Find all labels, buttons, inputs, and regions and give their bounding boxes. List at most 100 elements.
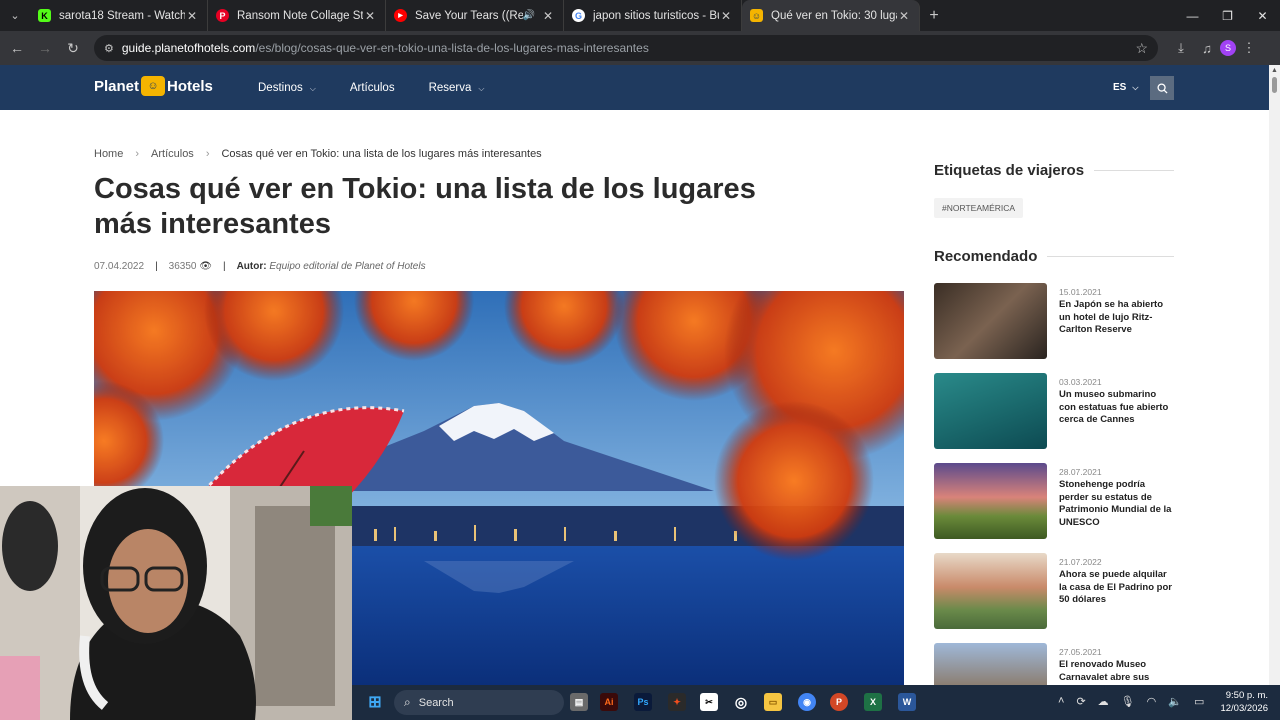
volume-icon[interactable]: 🔈 bbox=[1168, 695, 1182, 708]
youtube-icon: ▶ bbox=[394, 9, 407, 22]
new-tab-button[interactable]: + bbox=[920, 7, 948, 25]
tab-title: japon sitios turisticos - Buscar c bbox=[593, 9, 719, 22]
item-date: 28.07.2021 bbox=[1059, 467, 1102, 477]
photoshop-icon[interactable]: Ps bbox=[634, 693, 652, 711]
browser-tab-strip: ⌄ K sarota18 Stream - Watch Live o ✕ P R… bbox=[0, 0, 1280, 31]
browser-tab[interactable]: G japon sitios turisticos - Buscar c ✕ bbox=[564, 0, 742, 31]
folder-icon[interactable]: ▭ bbox=[764, 693, 782, 711]
logo-badge-icon: ☺ bbox=[141, 76, 166, 96]
windows-taskbar: ⊞ ⌕ Search ▤ Ai Ps ✦ ✂ ◎ ▭ ◉ P X W ˄ ⟳ ☁… bbox=[352, 685, 1280, 720]
reload-icon[interactable]: ↻ bbox=[60, 35, 86, 61]
excel-icon[interactable]: X bbox=[864, 693, 882, 711]
site-settings-icon[interactable]: ⚙ bbox=[104, 42, 114, 55]
menu-kebab-icon[interactable]: ⋮ bbox=[1236, 35, 1262, 61]
bookmark-star-icon[interactable]: ☆ bbox=[1135, 40, 1148, 57]
chevron-up-icon[interactable]: ˄ bbox=[1058, 695, 1064, 708]
tag-chip[interactable]: #NORTEAMÉRICA bbox=[934, 198, 1024, 218]
microphone-icon[interactable]: 🎙 bbox=[1121, 695, 1135, 708]
speaker-icon[interactable]: 🔊 bbox=[523, 10, 535, 21]
thumbnail-image bbox=[934, 373, 1047, 449]
kick-icon: K bbox=[38, 9, 51, 22]
nav-item-destinos[interactable]: Destinos ⌵ bbox=[258, 82, 316, 94]
close-icon[interactable]: ✕ bbox=[363, 9, 377, 23]
thumbnail-image bbox=[934, 283, 1047, 359]
close-icon[interactable]: ✕ bbox=[897, 9, 911, 23]
tab-title: Ransom Note Collage Stream C bbox=[237, 9, 363, 22]
windows-start-icon[interactable]: ⊞ bbox=[366, 693, 384, 711]
chrome-icon[interactable]: ◉ bbox=[798, 693, 816, 711]
recommended-item[interactable]: 03.03.2021 Un museo submarino con estatu… bbox=[934, 373, 1174, 449]
taskbar-search-label: Search bbox=[418, 696, 454, 709]
sync-icon[interactable]: ⟳ bbox=[1076, 695, 1085, 708]
close-icon[interactable]: ✕ bbox=[185, 9, 199, 23]
capcut-icon[interactable]: ✂ bbox=[700, 693, 718, 711]
item-title[interactable]: Un museo submarino con estatuas fue abie… bbox=[1059, 389, 1174, 427]
tab-search-icon[interactable]: ⌄ bbox=[0, 0, 30, 31]
breadcrumb: Home › Artículos › Cosas qué ver en Toki… bbox=[94, 148, 542, 160]
recommended-item[interactable]: 27.05.2021 El renovado Museo Carnavalet … bbox=[934, 643, 1174, 685]
browser-tab[interactable]: P Ransom Note Collage Stream C ✕ bbox=[208, 0, 386, 31]
item-title[interactable]: En Japón se ha abierto un hotel de lujo … bbox=[1059, 299, 1174, 337]
system-tray: ˄ ⟳ ☁ 🎙 ◠ 🔈 ▭ bbox=[1058, 695, 1204, 708]
tags-heading-text: Etiquetas de viajeros bbox=[934, 162, 1085, 179]
recommended-item[interactable]: 21.07.2022 Ahora se puede alquilar la ca… bbox=[934, 553, 1174, 629]
restore-icon[interactable]: ❐ bbox=[1210, 0, 1245, 31]
close-icon[interactable]: ✕ bbox=[719, 9, 733, 23]
close-icon[interactable]: ✕ bbox=[541, 9, 555, 23]
webcam-overlay bbox=[0, 486, 352, 720]
browser-tab[interactable]: K sarota18 Stream - Watch Live o ✕ bbox=[30, 0, 208, 31]
item-title[interactable]: El renovado Museo Carnavalet abre sus pu… bbox=[1059, 659, 1174, 685]
app-icon[interactable]: ◎ bbox=[732, 693, 750, 711]
language-selector[interactable]: ES ⌵ bbox=[1113, 82, 1138, 93]
file-explorer-icon[interactable]: ▤ bbox=[570, 693, 588, 711]
breadcrumb-articulos[interactable]: Artículos bbox=[151, 148, 194, 160]
site-logo[interactable]: Planet ☺ Hotels bbox=[94, 76, 213, 96]
item-title[interactable]: Stonehenge podría perder su estatus de P… bbox=[1059, 479, 1174, 529]
chevron-down-icon: ⌵ bbox=[478, 83, 485, 93]
logo-text-right: Hotels bbox=[167, 77, 213, 95]
media-control-icon[interactable]: ♫ bbox=[1194, 35, 1220, 61]
word-icon[interactable]: W bbox=[898, 693, 916, 711]
tab-title: sarota18 Stream - Watch Live o bbox=[59, 9, 185, 22]
site-header: Planet ☺ Hotels Destinos ⌵ Artículos Rese… bbox=[0, 65, 1269, 110]
nav-item-reserva[interactable]: Reserva ⌵ bbox=[429, 82, 485, 94]
breadcrumb-separator-icon: › bbox=[205, 148, 210, 160]
recommended-heading: Recomendado bbox=[934, 248, 1174, 265]
language-label: ES bbox=[1113, 82, 1127, 93]
forward-arrow-icon[interactable]: → bbox=[32, 35, 58, 61]
breadcrumb-home[interactable]: Home bbox=[94, 148, 123, 160]
chevron-down-icon: ⌵ bbox=[1132, 83, 1139, 92]
scrollbar-thumb[interactable] bbox=[1272, 77, 1277, 93]
figma-icon[interactable]: ✦ bbox=[668, 693, 686, 711]
item-title[interactable]: Ahora se puede alquilar la casa de El Pa… bbox=[1059, 569, 1174, 607]
back-arrow-icon[interactable]: ← bbox=[4, 35, 30, 61]
recommended-item[interactable]: 15.01.2021 En Japón se ha abierto un hot… bbox=[934, 283, 1174, 359]
browser-tab[interactable]: ▶ Save Your Tears ((Remix) Bo 🔊 ✕ bbox=[386, 0, 564, 31]
onedrive-icon[interactable]: ☁ bbox=[1098, 695, 1109, 708]
clock[interactable]: 9:50 p. m. 12/03/2026 bbox=[1220, 689, 1268, 715]
download-icon[interactable]: ⤓ bbox=[1168, 35, 1194, 61]
view-count-value: 36350 bbox=[168, 261, 197, 272]
minimize-icon[interactable]: — bbox=[1175, 0, 1210, 31]
wifi-icon[interactable]: ◠ bbox=[1147, 695, 1157, 708]
window-close-icon[interactable]: ✕ bbox=[1245, 0, 1280, 31]
url-path: /es/blog/cosas-que-ver-en-tokio-una-list… bbox=[255, 41, 649, 55]
browser-tab-active[interactable]: ☺ Qué ver en Tokio: 30 lugares in ✕ bbox=[742, 0, 920, 31]
tab-title: Save Your Tears ((Remix) Bo bbox=[415, 9, 523, 22]
illustrator-icon[interactable]: Ai bbox=[600, 693, 618, 711]
nav-item-articulos[interactable]: Artículos bbox=[350, 82, 395, 94]
item-date: 15.01.2021 bbox=[1059, 287, 1102, 297]
site-search-button[interactable] bbox=[1150, 76, 1174, 100]
item-date: 03.03.2021 bbox=[1059, 377, 1102, 387]
logo-text-left: Planet bbox=[94, 77, 140, 95]
recommended-item[interactable]: 28.07.2021 Stonehenge podría perder su e… bbox=[934, 463, 1174, 539]
page-scrollbar[interactable]: ▲ bbox=[1269, 65, 1280, 685]
profile-avatar[interactable]: S bbox=[1220, 40, 1236, 56]
address-bar[interactable]: ⚙ guide.planetofhotels.com/es/blog/cosas… bbox=[94, 35, 1158, 61]
url-text: guide.planetofhotels.com/es/blog/cosas-q… bbox=[122, 41, 649, 55]
powerpoint-icon[interactable]: P bbox=[830, 693, 848, 711]
taskbar-search[interactable]: ⌕ Search bbox=[394, 690, 564, 715]
chevron-down-icon: ⌵ bbox=[309, 83, 316, 93]
scroll-up-icon[interactable]: ▲ bbox=[1271, 67, 1278, 74]
battery-icon[interactable]: ▭ bbox=[1194, 695, 1204, 708]
